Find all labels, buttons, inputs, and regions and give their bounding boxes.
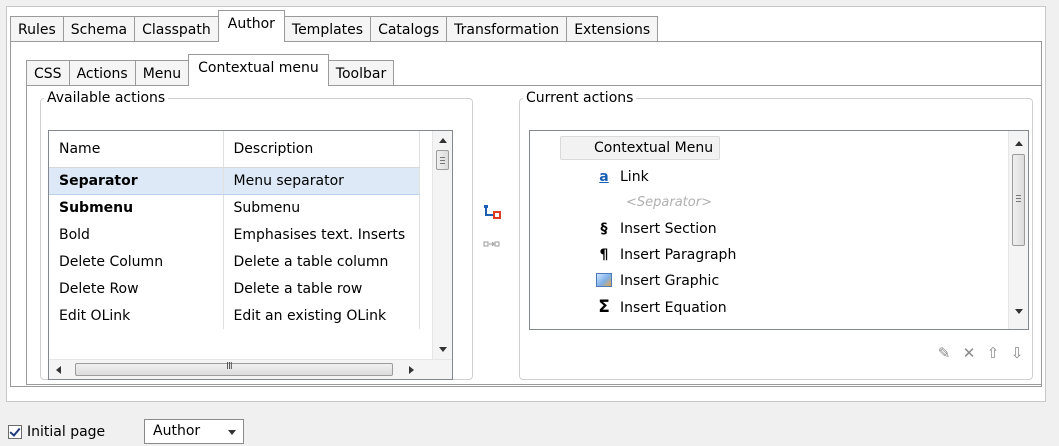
tree-item-label: Insert Equation [620,300,727,316]
table-row[interactable]: Edit OLink Edit an existing OLink [49,302,420,329]
tree-item[interactable]: Insert Graphic [594,268,719,294]
scroll-thumb[interactable] [436,150,449,170]
tab-rules[interactable]: Rules [10,16,64,42]
edit-action-icon[interactable]: ✎ [933,342,955,364]
row-name-cell: Delete Column [49,248,224,275]
scroll-thumb[interactable] [1012,154,1025,246]
subtab-css[interactable]: CSS [26,60,70,86]
contextual-menu-tab-body: Available actions Name Description Separ… [26,85,1042,385]
subtab-menu[interactable]: Menu [134,60,190,86]
available-actions-legend: Available actions [47,90,166,106]
tree-item-label: Insert Section [620,221,717,237]
paragraph-icon: ¶ [599,247,609,263]
table-row[interactable]: Delete Row Delete a table row [49,275,420,302]
scroll-left-arrow-icon[interactable] [56,366,61,374]
tree-item-label: Insert Paragraph [620,247,737,263]
row-description-cell: Delete a table row [223,275,420,302]
move-up-icon[interactable]: ⇧ [982,342,1004,364]
table-row[interactable]: Separator Menu separator [49,166,420,195]
chevron-down-icon[interactable] [228,430,236,435]
tree-item-label: <Separator> [626,195,712,210]
scroll-down-arrow-icon[interactable] [1015,309,1023,314]
table-row[interactable]: Delete Column Delete a table column [49,248,420,275]
scroll-thumb-horizontal[interactable]: III [75,361,393,376]
row-name-cell: Edit OLink [49,302,224,329]
row-name-cell: Submenu [49,194,224,221]
initial-page-label: Initial page [27,424,106,440]
column-header-description[interactable]: Description [223,131,420,168]
row-name-cell: Separator [49,166,224,195]
section-icon: § [600,221,608,237]
move-down-icon[interactable]: ⇩ [1006,342,1028,364]
tab-author[interactable]: Author [217,10,285,42]
subtab-toolbar[interactable]: Toolbar [327,60,395,86]
subtab-actions[interactable]: Actions [68,60,136,86]
sub-tabbar: CSS Actions Menu Contextual menu Toolbar [26,52,395,86]
table-header-row: Name Description [49,131,420,168]
available-actions-table[interactable]: Name Description Separator Menu separator… [48,130,453,380]
available-horizontal-scrollbar[interactable]: III [49,359,452,379]
row-name-cell: Bold [49,221,224,248]
tree-item[interactable]: ¶ Insert Paragraph [594,242,737,268]
table-row[interactable]: Bold Emphasises text. Inserts [49,221,420,248]
graphic-icon [594,268,614,294]
tab-classpath[interactable]: Classpath [134,16,219,42]
table-row[interactable]: Submenu Submenu [49,194,420,221]
scroll-up-arrow-icon[interactable] [439,138,447,143]
tree-item-label: Insert Graphic [620,273,720,289]
available-actions-group: Available actions Name Description Separ… [40,90,473,380]
tree-item-label: Link [620,169,649,185]
insert-action-icon[interactable] [483,236,501,252]
scroll-up-arrow-icon[interactable] [1015,141,1023,146]
row-description-cell: Emphasises text. Inserts [223,221,420,248]
tab-transformation[interactable]: Transformation [446,16,568,42]
tree-item[interactable]: Σ Insert Equation [594,294,727,320]
tree-item[interactable]: § Insert Section [594,216,717,242]
tab-extensions[interactable]: Extensions [566,16,659,42]
available-vertical-scrollbar[interactable] [432,131,452,361]
initial-page-select[interactable]: Author [144,419,244,444]
add-action-icon[interactable] [483,204,501,220]
column-header-name[interactable]: Name [49,131,224,168]
author-tab-body: CSS Actions Menu Contextual menu Toolbar Ava… [10,41,1042,387]
tree-item[interactable]: <Separator> [626,190,712,216]
equation-icon: Σ [598,297,610,317]
scroll-right-arrow-icon[interactable] [409,366,414,374]
row-description-cell: Submenu [223,194,420,221]
initial-page-value: Author [153,423,201,439]
current-vertical-scrollbar[interactable] [1008,131,1028,329]
remove-action-icon[interactable]: ✕ [958,342,980,364]
initial-page-checkbox[interactable] [8,425,22,439]
row-description-cell: Delete a table column [223,248,420,275]
row-name-cell: Delete Row [49,275,224,302]
tab-catalogs[interactable]: Catalogs [370,16,448,42]
tree-item[interactable]: a Link [594,164,649,190]
scroll-down-arrow-icon[interactable] [439,347,447,352]
link-icon: a [599,169,609,185]
subtab-contextual-menu[interactable]: Contextual menu [188,54,329,86]
current-actions-legend: Current actions [526,90,634,106]
current-actions-tree[interactable]: Contextual Menu a Link <Separator> § Insert … [529,130,1029,330]
row-description-cell: Menu separator [223,166,420,195]
tree-root-contextual-menu[interactable]: Contextual Menu [560,136,721,160]
tab-templates[interactable]: Templates [283,16,372,42]
current-actions-group: Current actions Contextual Menu a Link <Se… [519,90,1033,380]
main-tabbar: Rules Schema Classpath Author Templates Catal… [10,8,659,42]
row-description-cell: Edit an existing OLink [223,302,420,329]
tab-schema[interactable]: Schema [62,16,136,42]
